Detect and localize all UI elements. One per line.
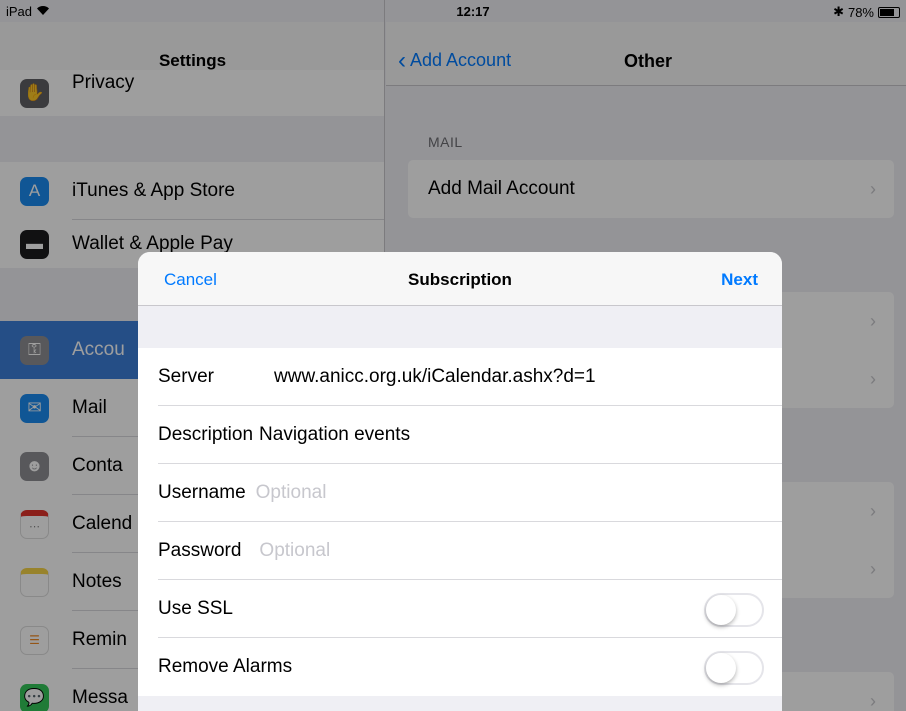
bluetooth-icon: ✱: [833, 4, 844, 19]
battery-icon: [878, 6, 900, 18]
server-label: Server: [158, 366, 214, 387]
next-button[interactable]: Next: [721, 270, 758, 290]
status-time: 12:17: [456, 4, 490, 19]
username-row[interactable]: Username Optional: [138, 464, 782, 522]
username-label: Username: [158, 482, 246, 503]
subscription-sheet: Cancel Subscription Next Server www.anic…: [138, 252, 782, 711]
battery-percent: 78%: [847, 4, 874, 20]
use-ssl-row: Use SSL: [138, 580, 782, 638]
password-label: Password: [158, 540, 242, 561]
description-field[interactable]: Navigation events: [259, 424, 410, 446]
username-field[interactable]: Optional: [256, 482, 327, 504]
server-field[interactable]: www.anicc.org.uk/iCalendar.ashx?d=1: [274, 366, 596, 388]
server-row[interactable]: Server www.anicc.org.uk/iCalendar.ashx?d…: [138, 348, 782, 406]
subscription-form: Server www.anicc.org.uk/iCalendar.ashx?d…: [138, 348, 782, 696]
description-row[interactable]: Description Navigation events: [138, 406, 782, 464]
remove-alarms-row: Remove Alarms: [138, 638, 782, 696]
use-ssl-toggle[interactable]: [704, 593, 764, 627]
remove-alarms-label: Remove Alarms: [158, 656, 293, 677]
sheet-title: Subscription: [408, 270, 512, 289]
status-bar: iPad 12:17 ✱ 78%: [0, 0, 906, 22]
status-right: ✱ 78%: [833, 4, 900, 20]
password-field[interactable]: Optional: [259, 540, 330, 562]
description-label: Description: [158, 424, 254, 445]
remove-alarms-toggle[interactable]: [704, 651, 764, 685]
sheet-navbar: Cancel Subscription Next: [138, 252, 782, 306]
use-ssl-label: Use SSL: [158, 598, 233, 619]
password-row[interactable]: Password Optional: [138, 522, 782, 580]
